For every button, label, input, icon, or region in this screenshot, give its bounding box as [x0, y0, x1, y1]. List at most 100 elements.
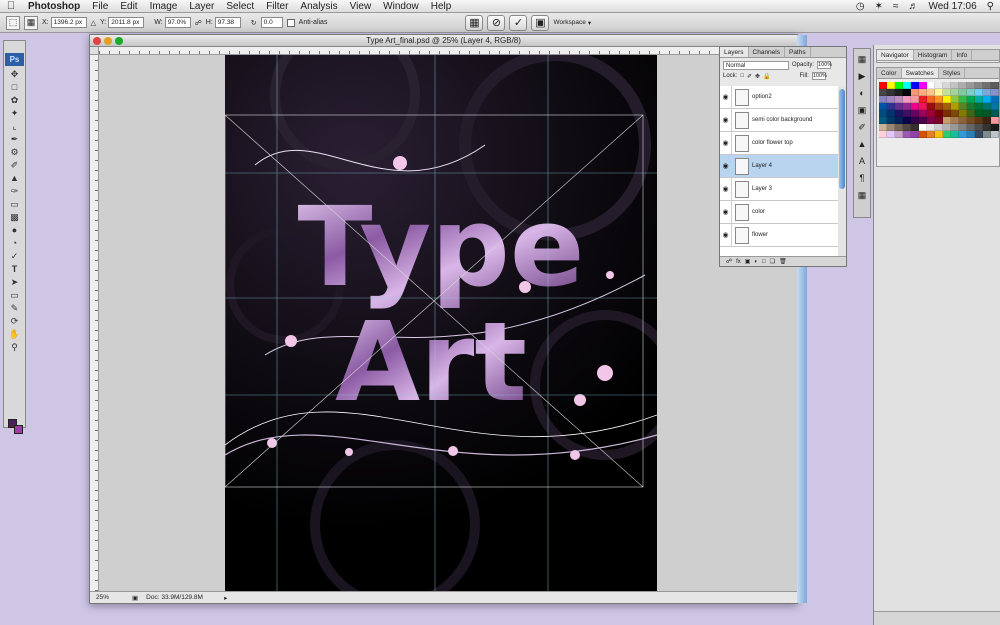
- menu-filter[interactable]: Filter: [260, 1, 294, 12]
- h-input[interactable]: 97.38: [214, 17, 241, 28]
- swatch-color[interactable]: [975, 103, 983, 110]
- layer-style-icon[interactable]: fx: [736, 259, 741, 265]
- menu-file[interactable]: File: [86, 1, 114, 12]
- document-title-bar[interactable]: Type Art_final.psd @ 25% (Layer 4, RGB/8…: [90, 35, 797, 47]
- swatch-color[interactable]: [927, 124, 935, 131]
- brush-tool-icon[interactable]: ✐: [6, 159, 23, 171]
- swatch-color[interactable]: [935, 117, 943, 124]
- visibility-eye-icon[interactable]: ◉: [720, 155, 732, 177]
- swatch-color[interactable]: [967, 110, 975, 117]
- swatch-color[interactable]: [903, 124, 911, 131]
- canvas-area[interactable]: Type Art: [99, 55, 797, 591]
- status-menu-arrow-icon[interactable]: ▸: [224, 594, 227, 602]
- swatch-color[interactable]: [903, 110, 911, 117]
- swatch-color[interactable]: [887, 110, 895, 117]
- quick-select-tool-icon[interactable]: ✦: [6, 107, 23, 119]
- visibility-eye-icon[interactable]: ◉: [720, 178, 732, 200]
- swatch-color[interactable]: [967, 89, 975, 96]
- tab-layers[interactable]: Layers: [720, 47, 749, 57]
- swatch-color[interactable]: [991, 82, 999, 89]
- swatch-color[interactable]: [991, 131, 999, 138]
- tab-color[interactable]: Color: [877, 68, 902, 78]
- menu-edit[interactable]: Edit: [114, 1, 143, 12]
- swatch-color[interactable]: [991, 110, 999, 117]
- swatch-color[interactable]: [991, 89, 999, 96]
- layer-mask-icon[interactable]: ▣: [745, 258, 751, 265]
- swatch-color[interactable]: [943, 103, 951, 110]
- swatch-color[interactable]: [927, 110, 935, 117]
- swatch-color[interactable]: [903, 96, 911, 103]
- tool-preset-icon[interactable]: ⬚: [6, 15, 20, 30]
- swatch-color[interactable]: [879, 89, 887, 96]
- eyedropper-tool-icon[interactable]: ✒: [6, 133, 23, 145]
- menu-select[interactable]: Select: [220, 1, 260, 12]
- tool-presets-panel-icon[interactable]: ▦: [855, 188, 869, 202]
- clone-stamp-tool-icon[interactable]: ▲: [6, 172, 23, 184]
- swatch-color[interactable]: [927, 131, 935, 138]
- paragraph-panel-icon[interactable]: ¶: [855, 171, 869, 185]
- swatch-color[interactable]: [991, 96, 999, 103]
- swatch-color[interactable]: [919, 96, 927, 103]
- layer-row-selected[interactable]: ◉ Layer 4: [720, 155, 840, 178]
- antialias-checkbox[interactable]: [286, 18, 295, 27]
- swatch-color[interactable]: [959, 82, 967, 89]
- swatch-color[interactable]: [911, 89, 919, 96]
- y-input[interactable]: 2011.8 px: [108, 17, 145, 28]
- reference-point-icon[interactable]: ▦: [24, 15, 38, 30]
- history-brush-tool-icon[interactable]: ✑: [6, 185, 23, 197]
- swatch-color[interactable]: [895, 89, 903, 96]
- swatch-color[interactable]: [935, 124, 943, 131]
- swatch-color[interactable]: [975, 117, 983, 124]
- visibility-eye-icon[interactable]: ◉: [720, 86, 732, 108]
- angle-input[interactable]: 0.0: [260, 17, 283, 28]
- swatch-color[interactable]: [975, 124, 983, 131]
- swatch-color[interactable]: [991, 103, 999, 110]
- swatch-color[interactable]: [959, 124, 967, 131]
- gradient-tool-icon[interactable]: ▩: [6, 211, 23, 223]
- volume-icon[interactable]: ♬: [908, 1, 918, 12]
- lock-transparent-icon[interactable]: □: [740, 73, 744, 79]
- eraser-tool-icon[interactable]: ▭: [6, 198, 23, 210]
- delete-layer-icon[interactable]: 🗑: [779, 258, 787, 265]
- background-color-swatch[interactable]: [14, 425, 23, 434]
- type-tool-icon[interactable]: T: [6, 263, 23, 275]
- swatch-color[interactable]: [895, 117, 903, 124]
- brushes-panel-icon[interactable]: ✐: [855, 120, 869, 134]
- crop-tool-icon[interactable]: ⌞: [6, 120, 23, 132]
- swatch-color[interactable]: [943, 124, 951, 131]
- swatch-color[interactable]: [879, 103, 887, 110]
- link-layers-icon[interactable]: ☍: [726, 258, 732, 265]
- ruler-corner[interactable]: [90, 47, 99, 55]
- swatch-color[interactable]: [975, 82, 983, 89]
- notes-tool-icon[interactable]: ✎: [6, 302, 23, 314]
- swatch-color[interactable]: [975, 131, 983, 138]
- 3d-rotate-tool-icon[interactable]: ⟳: [6, 315, 23, 327]
- visibility-eye-icon[interactable]: ◉: [720, 109, 732, 131]
- swatch-color[interactable]: [959, 89, 967, 96]
- swatch-color[interactable]: [935, 110, 943, 117]
- swatch-color[interactable]: [943, 96, 951, 103]
- swatch-color[interactable]: [967, 96, 975, 103]
- swatch-color[interactable]: [911, 82, 919, 89]
- swatch-color[interactable]: [935, 103, 943, 110]
- swatch-color[interactable]: [919, 117, 927, 124]
- swatch-color[interactable]: [903, 131, 911, 138]
- x-input[interactable]: 1396.2 px: [50, 17, 87, 28]
- menu-view[interactable]: View: [344, 1, 378, 12]
- minimize-window-button[interactable]: [104, 37, 112, 45]
- opacity-input[interactable]: 100%: [817, 61, 832, 69]
- bridge-button[interactable]: ▣: [531, 14, 550, 31]
- status-info-icon[interactable]: ▣: [132, 594, 138, 602]
- lock-all-icon[interactable]: 🔒: [763, 73, 770, 80]
- swatch-color[interactable]: [919, 110, 927, 117]
- swatch-color[interactable]: [943, 131, 951, 138]
- swatch-color[interactable]: [879, 82, 887, 89]
- swatch-color[interactable]: [919, 82, 927, 89]
- zoom-level[interactable]: 25%: [96, 594, 124, 601]
- swatch-color[interactable]: [879, 117, 887, 124]
- swatch-color[interactable]: [959, 96, 967, 103]
- time-machine-icon[interactable]: ◷: [856, 1, 865, 12]
- swatch-color[interactable]: [935, 89, 943, 96]
- swatch-color[interactable]: [879, 124, 887, 131]
- swatch-color[interactable]: [951, 124, 959, 131]
